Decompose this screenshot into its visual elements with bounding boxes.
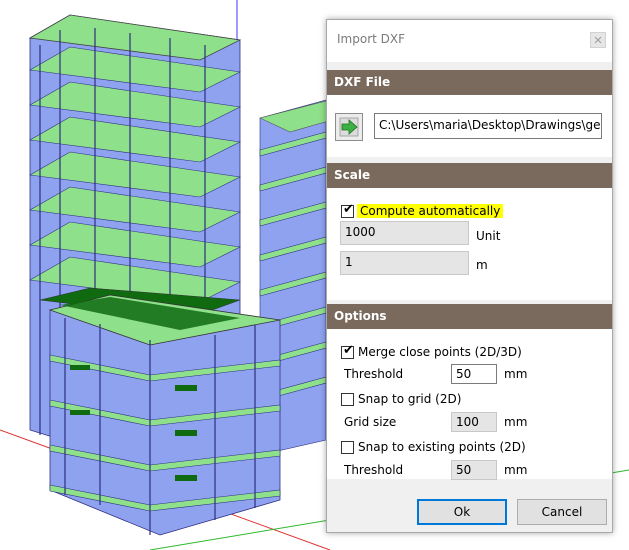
checkmark-icon: ✔ <box>343 343 354 358</box>
grid-size-input[interactable]: 100 <box>451 412 497 432</box>
snap-to-existing-points-checkbox[interactable] <box>341 441 354 454</box>
green-arrow-icon <box>339 117 359 137</box>
ok-button[interactable]: Ok <box>417 499 507 525</box>
merge-threshold-label: Threshold <box>344 367 404 381</box>
snap-threshold-unit: mm <box>504 463 528 477</box>
dxf-file-path-field[interactable]: C:\Users\maria\Desktop\Drawings\geom <box>374 113 602 139</box>
merge-threshold-input[interactable]: 50 <box>451 364 497 384</box>
grid-size-label: Grid size <box>344 415 397 429</box>
merge-close-points-label: Merge close points (2D/3D) <box>358 345 522 359</box>
close-icon <box>594 36 602 44</box>
scale-meter-value-field[interactable]: 1 <box>340 251 469 275</box>
snap-to-existing-points-label: Snap to existing points (2D) <box>358 440 526 454</box>
close-button[interactable] <box>590 32 606 48</box>
browse-file-button[interactable] <box>335 113 363 141</box>
snap-threshold-label: Threshold <box>344 463 404 477</box>
options-header: Options <box>327 304 612 329</box>
dialog-title: Import DXF <box>337 32 406 46</box>
scale-meter-label: m <box>476 258 488 272</box>
cancel-button[interactable]: Cancel <box>517 499 607 525</box>
snap-threshold-input[interactable]: 50 <box>451 460 497 480</box>
scale-unit-value-field[interactable]: 1000 <box>340 221 469 245</box>
dxf-file-header: DXF File <box>327 70 612 95</box>
building-front-low <box>48 294 281 536</box>
checkmark-icon: ✔ <box>343 202 354 217</box>
snap-to-grid-checkbox[interactable] <box>341 393 354 406</box>
merge-close-points-checkbox[interactable]: ✔ <box>341 343 354 359</box>
dialog-titlebar[interactable]: Import DXF <box>327 20 612 62</box>
merge-threshold-unit: mm <box>504 367 528 381</box>
grid-size-unit: mm <box>504 415 528 429</box>
import-dxf-dialog: Import DXF DXF File C:\Users\maria\Deskt… <box>326 19 613 533</box>
compute-automatically-checkbox[interactable]: ✔ <box>341 202 354 218</box>
snap-to-grid-label: Snap to grid (2D) <box>358 392 462 406</box>
scale-header: Scale <box>327 163 612 188</box>
compute-automatically-label: Compute automatically <box>357 204 504 218</box>
scale-unit-label: Unit <box>476 229 501 243</box>
